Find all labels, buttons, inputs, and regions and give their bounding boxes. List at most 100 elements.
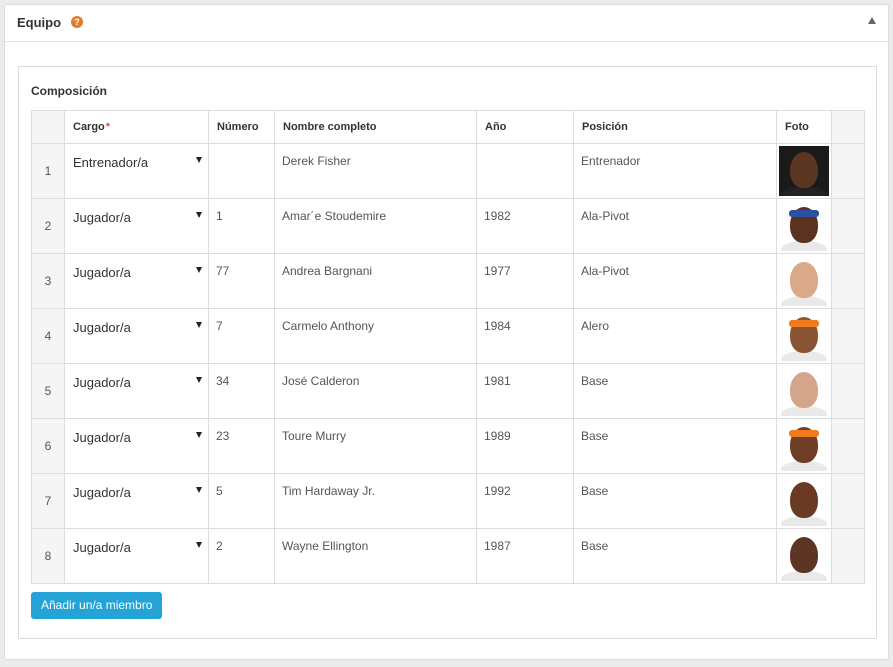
add-member-button[interactable]: Añadir un/a miembro [31, 592, 163, 619]
foto-cell[interactable] [776, 308, 832, 364]
nombre-cell[interactable]: Andrea Bargnani [274, 253, 477, 309]
chevron-up-icon[interactable] [868, 17, 876, 24]
posicion-cell[interactable]: Base [573, 418, 777, 474]
caret-down-icon[interactable] [196, 212, 202, 218]
numero-cell[interactable]: 5 [208, 473, 275, 529]
cargo-select[interactable]: Jugador/a [72, 319, 208, 335]
anio-cell[interactable] [476, 143, 574, 199]
numero-cell[interactable]: 34 [208, 363, 275, 419]
cargo-select[interactable]: Jugador/a [72, 209, 208, 225]
nombre-cell[interactable]: Toure Murry [274, 418, 477, 474]
numero-cell[interactable]: 7 [208, 308, 275, 364]
anio-cell[interactable]: 1984 [476, 308, 574, 364]
panel-title: Equipo [17, 15, 62, 30]
caret-down-icon[interactable] [196, 267, 202, 273]
foto-cell[interactable] [776, 253, 832, 309]
cargo-cell[interactable]: Jugador/a [64, 198, 209, 254]
posicion-cell[interactable]: Ala-Pivot [573, 198, 777, 254]
anio-cell[interactable]: 1981 [476, 363, 574, 419]
row-extra [831, 198, 865, 254]
anio-cell[interactable]: 1992 [476, 473, 574, 529]
question-circle-icon[interactable]: ? [71, 16, 83, 28]
numero-cell[interactable]: 1 [208, 198, 275, 254]
foto-cell[interactable] [776, 528, 832, 584]
anio-cell[interactable]: 1989 [476, 418, 574, 474]
anio-cell[interactable]: 1977 [476, 253, 574, 309]
row-extra [831, 253, 865, 309]
table-header-row: Cargo* Número Nombre completo Año Posici… [31, 110, 865, 144]
posicion-cell[interactable]: Entrenador [573, 143, 777, 199]
nombre-cell[interactable]: Carmelo Anthony [274, 308, 477, 364]
caret-down-icon[interactable] [196, 432, 202, 438]
foto-cell[interactable] [776, 473, 832, 529]
cargo-select[interactable]: Jugador/a [72, 264, 208, 280]
foto-cell[interactable] [776, 418, 832, 474]
cargo-value: Jugador/a [73, 540, 131, 555]
numero-cell[interactable]: 2 [208, 528, 275, 584]
row-number: 8 [31, 528, 65, 584]
cargo-cell[interactable]: Jugador/a [64, 418, 209, 474]
table-row: 6 Jugador/a 23 Toure Murry 1989 Base [31, 418, 865, 474]
caret-down-icon[interactable] [196, 377, 202, 383]
nombre-cell[interactable]: José Calderon [274, 363, 477, 419]
player-photo[interactable] [779, 201, 829, 251]
player-photo[interactable] [779, 311, 829, 361]
caret-down-icon[interactable] [196, 487, 202, 493]
cargo-select[interactable]: Jugador/a [72, 374, 208, 390]
cargo-cell[interactable]: Jugador/a [64, 528, 209, 584]
row-number: 6 [31, 418, 65, 474]
cargo-select[interactable]: Jugador/a [72, 539, 208, 555]
player-photo[interactable] [779, 146, 829, 196]
player-photo[interactable] [779, 256, 829, 306]
posicion-cell[interactable]: Ala-Pivot [573, 253, 777, 309]
photo-headband [789, 320, 819, 327]
anio-cell[interactable]: 1982 [476, 198, 574, 254]
photo-head [790, 152, 818, 188]
posicion-cell[interactable]: Alero [573, 308, 777, 364]
posicion-cell[interactable]: Base [573, 528, 777, 584]
cargo-cell[interactable]: Entrenador/a [64, 143, 209, 199]
cargo-select[interactable]: Entrenador/a [72, 154, 208, 170]
player-photo[interactable] [779, 531, 829, 581]
cargo-select[interactable]: Jugador/a [72, 429, 208, 445]
anio-cell[interactable]: 1987 [476, 528, 574, 584]
foto-cell[interactable] [776, 198, 832, 254]
numero-cell[interactable] [208, 143, 275, 199]
cargo-cell[interactable]: Jugador/a [64, 363, 209, 419]
numero-cell[interactable]: 77 [208, 253, 275, 309]
player-photo[interactable] [779, 421, 829, 471]
header-anio: Año [476, 110, 574, 144]
nombre-cell[interactable]: Derek Fisher [274, 143, 477, 199]
equipo-panel: Equipo ? Composición Cargo* Número Nombr… [4, 4, 889, 660]
header-posicion: Posición [573, 110, 777, 144]
cargo-cell[interactable]: Jugador/a [64, 473, 209, 529]
posicion-cell[interactable]: Base [573, 363, 777, 419]
caret-down-icon[interactable] [196, 157, 202, 163]
table-row: 3 Jugador/a 77 Andrea Bargnani 1977 Ala-Pivot [31, 253, 865, 309]
caret-down-icon[interactable] [196, 542, 202, 548]
header-cargo-label: Cargo [73, 121, 105, 133]
row-extra [831, 418, 865, 474]
player-photo[interactable] [779, 476, 829, 526]
panel-header[interactable]: Equipo ? [5, 5, 888, 42]
header-rownum [31, 110, 65, 144]
header-cargo: Cargo* [64, 110, 209, 144]
row-extra [831, 143, 865, 199]
photo-headband [789, 210, 819, 217]
foto-cell[interactable] [776, 363, 832, 419]
numero-cell[interactable]: 23 [208, 418, 275, 474]
player-photo[interactable] [779, 366, 829, 416]
nombre-cell[interactable]: Tim Hardaway Jr. [274, 473, 477, 529]
table-row: 5 Jugador/a 34 José Calderon 1981 Base [31, 363, 865, 419]
foto-cell[interactable] [776, 143, 832, 199]
cargo-cell[interactable]: Jugador/a [64, 253, 209, 309]
nombre-cell[interactable]: Amar´e Stoudemire [274, 198, 477, 254]
cargo-select[interactable]: Jugador/a [72, 484, 208, 500]
caret-down-icon[interactable] [196, 322, 202, 328]
row-extra [831, 308, 865, 364]
members-table: Cargo* Número Nombre completo Año Posici… [31, 110, 865, 584]
nombre-cell[interactable]: Wayne Ellington [274, 528, 477, 584]
posicion-cell[interactable]: Base [573, 473, 777, 529]
photo-head [790, 372, 818, 408]
cargo-cell[interactable]: Jugador/a [64, 308, 209, 364]
